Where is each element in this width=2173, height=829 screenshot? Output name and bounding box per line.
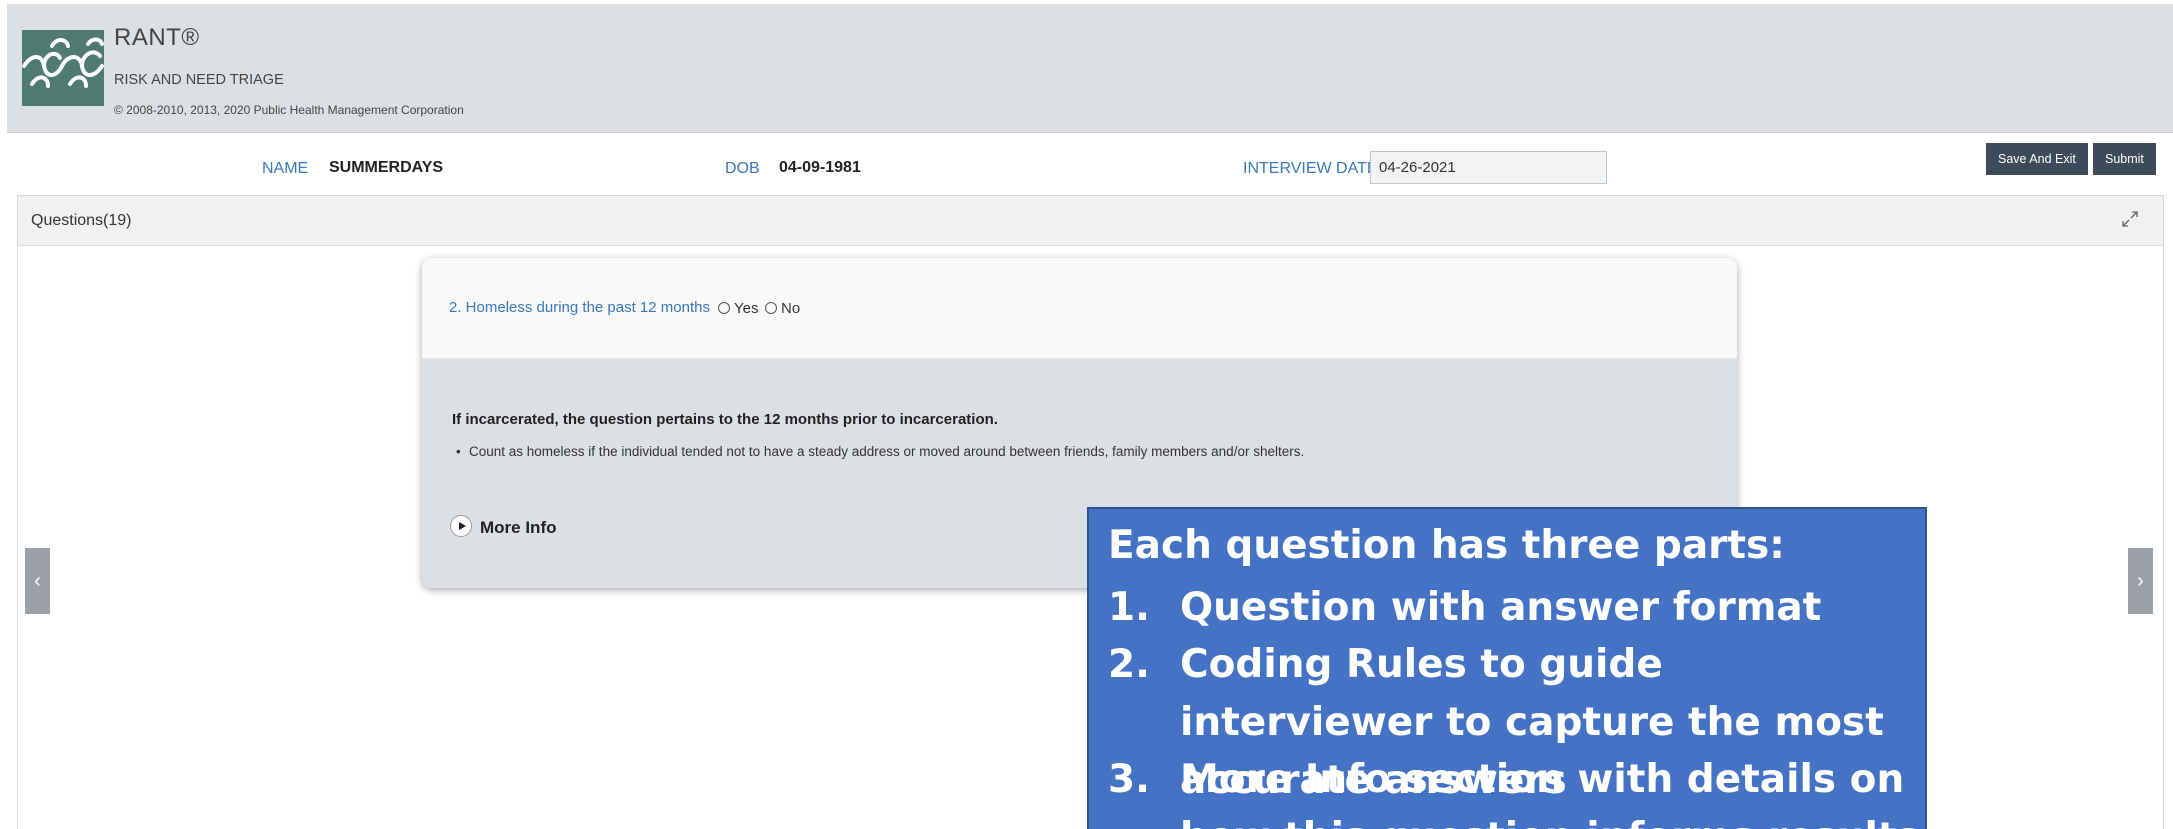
dob-label: DOB — [725, 160, 760, 177]
answer-yes-option[interactable]: Yes — [718, 300, 758, 317]
name-label: NAME — [262, 160, 309, 177]
app-header: RANT® RISK AND NEED TRIAGE © 2008-2010, … — [7, 4, 2173, 133]
instruction-callout: Each question has three parts: 1. Questio… — [1087, 507, 1927, 829]
callout-item: 3. More Info section with details on how … — [1108, 751, 1920, 829]
interview-date-input[interactable]: 04-26-2021 — [1370, 151, 1607, 184]
callout-item-number: 1. — [1108, 585, 1150, 630]
radio-icon[interactable] — [765, 302, 777, 314]
rant-logo — [22, 30, 104, 106]
copyright-text: © 2008-2010, 2013, 2020 Public Health Ma… — [114, 103, 464, 117]
play-icon[interactable] — [450, 515, 472, 537]
dob-value: 04-09-1981 — [779, 159, 861, 176]
save-and-exit-button[interactable]: Save And Exit — [1986, 143, 2088, 175]
client-info-bar: NAME SUMMERDAYS DOB 04-09-1981 INTERVIEW… — [7, 134, 2173, 194]
app-subtitle: RISK AND NEED TRIAGE — [114, 72, 284, 88]
question-section: 2. Homeless during the past 12 months Ye… — [422, 258, 1737, 359]
radio-icon[interactable] — [718, 302, 730, 314]
app-title: RANT® — [114, 24, 200, 51]
question-text: 2. Homeless during the past 12 months — [449, 299, 710, 316]
callout-item-number: 2. — [1108, 642, 1150, 687]
callout-title: Each question has three parts: — [1108, 523, 1785, 568]
more-info-label: More Info — [480, 518, 557, 537]
answer-yes-label: Yes — [734, 300, 759, 317]
coding-rule-title: If incarcerated, the question pertains t… — [452, 411, 998, 428]
more-info-toggle[interactable]: More Info — [450, 515, 557, 538]
callout-item-number: 3. — [1108, 757, 1150, 802]
rant-logo-icon — [22, 37, 104, 88]
callout-item: 1. Question with answer format — [1108, 579, 1920, 637]
expand-icon[interactable] — [2121, 210, 2141, 230]
name-value: SUMMERDAYS — [329, 159, 444, 176]
submit-button[interactable]: Submit — [2093, 143, 2156, 175]
chevron-left-icon: ‹ — [34, 570, 41, 592]
next-question-button[interactable]: › — [2128, 548, 2153, 614]
coding-rule-bullet: Count as homeless if the individual tend… — [456, 444, 1304, 459]
previous-question-button[interactable]: ‹ — [25, 548, 50, 614]
answer-no-label: No — [781, 300, 801, 317]
answer-no-option[interactable]: No — [765, 300, 800, 317]
chevron-right-icon: › — [2137, 570, 2144, 592]
interview-date-label: INTERVIEW DATE — [1243, 160, 1378, 177]
questions-panel-header: Questions(19) — [18, 196, 2163, 246]
callout-item-text: Question with answer format — [1180, 585, 1822, 630]
panel-title: Questions(19) — [31, 212, 132, 229]
callout-item-text: More Info section with details on how th… — [1180, 757, 1920, 829]
